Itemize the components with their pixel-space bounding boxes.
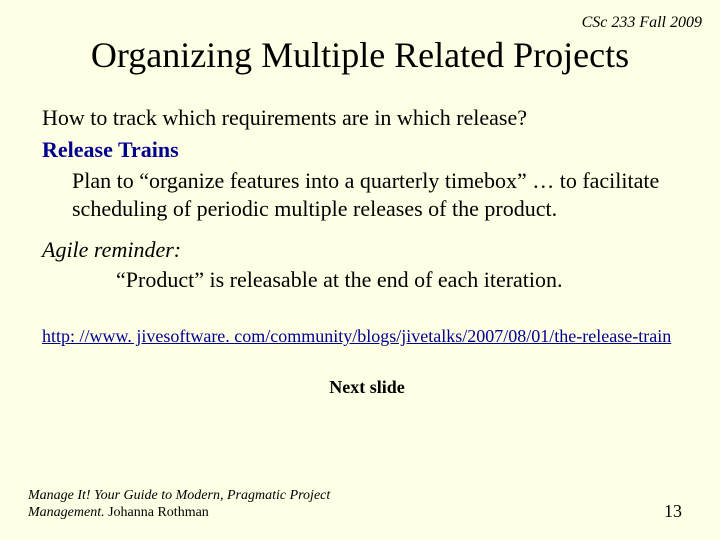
agile-reminder-heading: Agile reminder: — [42, 236, 692, 264]
page-number: 13 — [664, 501, 682, 522]
slide-footer: Manage It! Your Guide to Modern, Pragmat… — [28, 488, 692, 522]
course-header: CSc 233 Fall 2009 — [28, 14, 702, 32]
slide-content: How to track which requirements are in w… — [28, 104, 692, 398]
slide-title: Organizing Multiple Related Projects — [28, 34, 692, 76]
footer-citation: Manage It! Your Guide to Modern, Pragmat… — [28, 488, 388, 522]
agile-reminder-text: “Product” is releasable at the end of ea… — [42, 266, 692, 294]
book-author: Johanna Rothman — [105, 505, 209, 520]
reference-link[interactable]: http: //www. jivesoftware. com/community… — [42, 325, 692, 348]
plan-text: Plan to “organize features into a quarte… — [42, 167, 692, 222]
next-slide-label: Next slide — [42, 376, 692, 399]
release-trains-heading: Release Trains — [42, 136, 692, 164]
question-line: How to track which requirements are in w… — [42, 104, 692, 132]
